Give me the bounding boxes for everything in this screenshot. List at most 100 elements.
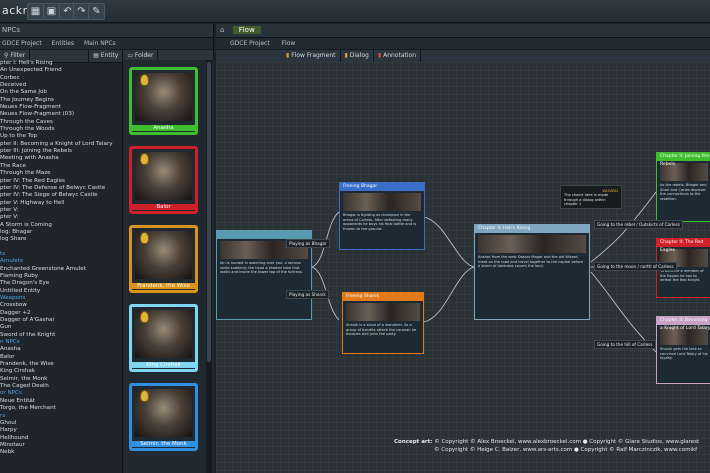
- tree-item[interactable]: The Caged Death: [0, 383, 122, 390]
- project-tree: pter I: Hell's Rising An Unexpected Frien…: [0, 60, 122, 473]
- concept-art-label: Concept art:: [394, 439, 433, 445]
- entity-card[interactable]: Frandenk, the Wise: [129, 225, 198, 293]
- home-icon[interactable]: ⌂: [216, 26, 224, 34]
- tree-item[interactable]: log: Bhagar: [0, 229, 122, 236]
- flow-node-text: As the rebels, Bhagar and Ahari and Carl…: [660, 183, 707, 201]
- crumb-main-npcs[interactable]: Main NPCs: [76, 40, 116, 47]
- tree-item[interactable]: pter IV: The Defense of Belwyc Castle: [0, 185, 122, 192]
- output-pin-label[interactable]: Going to the moon / north of Carless: [594, 262, 677, 271]
- tree-item[interactable]: log Share: [0, 236, 122, 243]
- tree-item[interactable]: Flaming Ruby: [0, 273, 122, 280]
- tree-item[interactable]: Through the Woods: [0, 126, 122, 133]
- flow-node-image: [346, 303, 420, 321]
- tree-item[interactable]: A Storm is Coming: [0, 222, 122, 229]
- tree-folder[interactable]: n NPCs: [0, 339, 122, 346]
- tree-item[interactable]: Enchanted Greenstone Amulet: [0, 266, 122, 273]
- add-flow-fragment-button[interactable]: ▮ Flow Fragment: [216, 50, 341, 62]
- tree-item[interactable]: On the Same Job: [0, 89, 122, 96]
- tree-item[interactable]: pter II: Becoming a Knight of Lord Talar…: [0, 141, 122, 148]
- tree-item[interactable]: Ghoul: [0, 420, 122, 427]
- brush-icon[interactable]: ✎: [88, 3, 105, 20]
- tree-item[interactable]: Balor: [0, 354, 122, 361]
- tree-item[interactable]: Dagger of A'Gashai: [0, 317, 122, 324]
- tree-item[interactable]: Hellhound: [0, 435, 122, 442]
- tree-item[interactable]: Dagger +2: [0, 310, 122, 317]
- tree-folder[interactable]: Amulets: [0, 258, 122, 265]
- flow-node-title: Chapter II: Becoming a Knight of Lord Ta…: [657, 317, 710, 331]
- flow-node[interactable]: Chapter II: Joining the Rebels As the reb…: [656, 152, 710, 222]
- output-pin-label[interactable]: Playing as Bhagar: [286, 239, 330, 248]
- flow-node[interactable]: Chapter II: Becoming a Knight of Lord Ta…: [656, 316, 710, 384]
- flow-node[interactable]: Chapter II: Hell's Rising Anshar from the…: [474, 224, 590, 320]
- tree-item[interactable]: Torgo, the Merchant: [0, 405, 122, 412]
- tree-item[interactable]: Gun: [0, 324, 122, 331]
- tree-item[interactable]: Crossbow: [0, 302, 122, 309]
- tree-item[interactable]: Neues Flow-Fragment (03): [0, 111, 122, 118]
- add-dialog-button[interactable]: ▮ Dialog: [341, 50, 374, 62]
- flow-node[interactable]: Freeing Bhagar Bhagar is fighting as cham…: [339, 182, 425, 250]
- filter-label: Filter: [10, 52, 26, 59]
- tree-item[interactable]: The Journey Begins: [0, 97, 122, 104]
- tree-item[interactable]: Neue Entität: [0, 398, 122, 405]
- tree-folder[interactable]: or NPCs: [0, 390, 122, 397]
- tree-item[interactable]: pter V: Highway to Hell: [0, 200, 122, 207]
- tree-item[interactable]: pter V:: [0, 207, 122, 214]
- annotation-title: WIZARD: [602, 188, 618, 193]
- tree-item[interactable]: Sword of the Knight: [0, 332, 122, 339]
- save-icon[interactable]: ▣: [43, 3, 60, 20]
- tree-item[interactable]: Selmir, the Monk: [0, 376, 122, 383]
- tree-item[interactable]: pter V:: [0, 214, 122, 221]
- tree-item[interactable]: [0, 244, 122, 251]
- grid-icon[interactable]: ▦: [27, 3, 44, 20]
- annotation-text: The choice here is made through a dialog…: [564, 193, 609, 206]
- entity-card[interactable]: Anasha: [129, 67, 198, 135]
- flow-node-image: [343, 193, 421, 211]
- tree-folder[interactable]: Weapons: [0, 295, 122, 302]
- tree-item[interactable]: The Dragon's Eye: [0, 280, 122, 287]
- tree-folder[interactable]: rs: [0, 413, 122, 420]
- tree-item[interactable]: Nebk: [0, 449, 122, 456]
- flow-node-text: Anshar from the west Dassar Magar and th…: [478, 255, 584, 269]
- tree-item[interactable]: Meeting with Anasha: [0, 155, 122, 162]
- tree-item[interactable]: Harpy: [0, 427, 122, 434]
- flow-node-text: Shanik is a slave of a wanderer. As a gr…: [346, 323, 417, 337]
- add-annotation-button[interactable]: ▮ Annotation: [374, 50, 421, 62]
- tree-item[interactable]: Up to the Top: [0, 133, 122, 140]
- copyright-footer: Concept art: © Copyright © Alex Broeckel…: [394, 438, 710, 470]
- entity-card[interactable]: Selmir, the Monk: [129, 383, 198, 451]
- tree-item[interactable]: pter IV: The Red Eagles: [0, 178, 122, 185]
- tree-item[interactable]: pter IV: The Siege of Belwyc Castle: [0, 192, 122, 199]
- tree-item[interactable]: Anasha: [0, 346, 122, 353]
- entity-card[interactable]: Balor: [129, 146, 198, 214]
- crumb-flow[interactable]: Flow: [272, 40, 296, 47]
- tab-npcs[interactable]: NPCs: [0, 26, 20, 34]
- tree-item[interactable]: The Race: [0, 163, 122, 170]
- tree-folder[interactable]: ts: [0, 251, 122, 258]
- crumb-project[interactable]: GDCE Project: [216, 40, 270, 47]
- tree-item[interactable]: Untitled Entity: [0, 288, 122, 295]
- tree-item[interactable]: Frandenk, the Wise: [0, 361, 122, 368]
- output-pin-label[interactable]: Going to the rebel / Outskirts of Carles…: [594, 220, 683, 229]
- entity-card[interactable]: King Cirshak: [129, 304, 198, 372]
- flow-canvas[interactable]: Ian is hunted in watching over you, a se…: [216, 62, 710, 473]
- tree-item[interactable]: Deceived: [0, 82, 122, 89]
- tree-item[interactable]: Minotaur: [0, 442, 122, 449]
- crumb-project[interactable]: GDCE Project: [0, 40, 42, 47]
- tree-item[interactable]: pter III: Joining the Rebels: [0, 148, 122, 155]
- tree-item[interactable]: Neues Flow-Fragment: [0, 104, 122, 111]
- tree-item[interactable]: Through the Caves: [0, 119, 122, 126]
- annotation-note[interactable]: WIZARD The choice here is made through a…: [560, 185, 622, 209]
- left-tab-strip: NPCs: [0, 24, 213, 38]
- crumb-entities[interactable]: Entities: [44, 40, 74, 47]
- tree-item[interactable]: Through the Maze: [0, 170, 122, 177]
- tree-item[interactable]: Corbec: [0, 75, 122, 82]
- tree-item[interactable]: pter I: Hell's Rising: [0, 60, 122, 67]
- output-pin-label[interactable]: Playing as Shanik: [286, 290, 329, 299]
- flow-node[interactable]: Freeing Shanik Shanik is a slave of a wan…: [342, 292, 424, 354]
- card-scrollbar-thumb[interactable]: [207, 62, 211, 362]
- flow-node-text: Bhagar is fighting as champion in the ar…: [343, 213, 417, 231]
- tree-item[interactable]: An Unexpected Friend: [0, 67, 122, 74]
- tree-item[interactable]: King Cirshak: [0, 368, 122, 375]
- tab-flow[interactable]: Flow: [232, 26, 261, 34]
- output-pin-label[interactable]: Going to the hill of Carless: [594, 340, 656, 349]
